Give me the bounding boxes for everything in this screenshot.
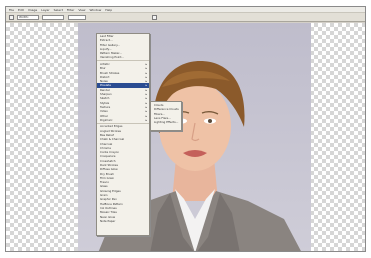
submenu-item[interactable]: Lighting Effects... — [151, 120, 181, 124]
app-window: File Edit Image Layer Select Filter View Window… — [5, 6, 366, 252]
menu-item-label: Note Paper — [100, 218, 116, 223]
menu-file[interactable]: File — [9, 8, 14, 12]
menu-edit[interactable]: Edit — [18, 8, 24, 12]
filter-menu-item[interactable]: Note Paper — [97, 219, 149, 223]
menu-select[interactable]: Select — [54, 8, 63, 12]
submenu-arrow-icon: ▸ — [145, 117, 147, 122]
menu-item-label: Vanishing Point... — [100, 55, 125, 60]
tool-preset-icon[interactable] — [9, 15, 14, 20]
menu-image[interactable]: Image — [28, 8, 37, 12]
width-field[interactable]: Width: — [17, 15, 39, 20]
filter-menu: Last Filter Extract... Filter Gallery... Li… — [96, 33, 150, 236]
menu-help[interactable]: Help — [105, 8, 112, 12]
height-field[interactable] — [42, 15, 64, 20]
menu-item-label: Digimarc — [100, 117, 113, 122]
resolution-field[interactable] — [68, 15, 86, 20]
menu-window[interactable]: Window — [89, 8, 101, 12]
options-toolbar: Width: — [6, 13, 365, 22]
menu-view[interactable]: View — [78, 8, 85, 12]
menu-layer[interactable]: Layer — [41, 8, 49, 12]
menu-filter[interactable]: Filter — [67, 8, 74, 12]
filter-menu-item[interactable]: Vanishing Point... — [97, 55, 149, 59]
render-submenu: Clouds Difference Clouds Fibers... Lens Fla… — [150, 101, 182, 131]
front-image-icon[interactable] — [152, 15, 157, 20]
filter-menu-item[interactable]: Digimarc ▸ — [97, 118, 149, 122]
document-canvas[interactable]: Last Filter Extract... Filter Gallery... Li… — [6, 23, 365, 251]
